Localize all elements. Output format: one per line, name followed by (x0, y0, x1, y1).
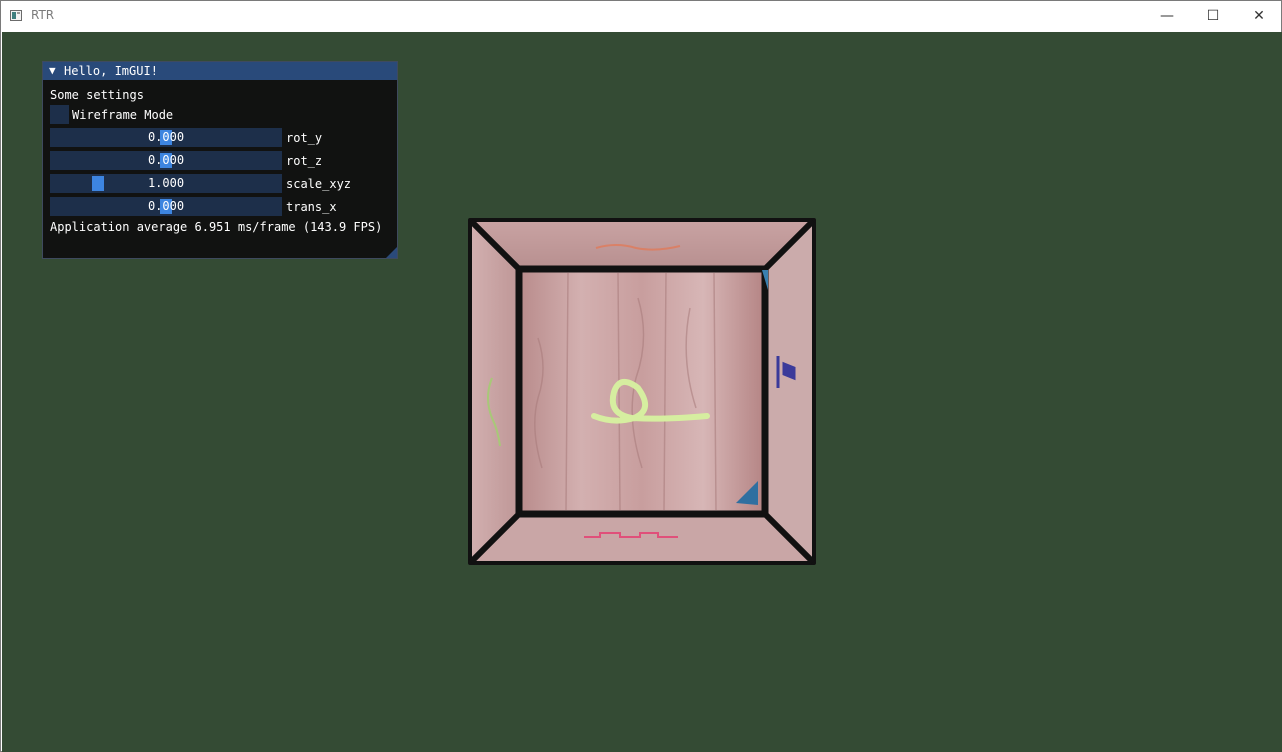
close-icon: ✕ (1253, 8, 1265, 24)
window-title: RTR (31, 8, 55, 22)
slider-label: trans_x (286, 200, 337, 214)
slider-label: rot_y (286, 131, 323, 145)
wireframe-label: Wireframe Mode (72, 108, 174, 122)
crate-top-face (470, 220, 814, 268)
maximize-button[interactable]: ☐ (1190, 1, 1236, 31)
imgui-window[interactable]: ▼ Hello, ImGUI! Some settings Wireframe … (42, 61, 398, 259)
crate-cube (468, 218, 816, 565)
title-bar[interactable]: RTR — ☐ ✕ (1, 1, 1281, 31)
slider-value: 0.000 (147, 199, 185, 213)
app-icon (10, 10, 22, 21)
crate-right-face (766, 220, 814, 563)
app-window: RTR — ☐ ✕ ▼ Hello, ImGUI! Some settings … (0, 0, 1282, 752)
minimize-icon: — (1160, 8, 1174, 24)
slider-rot-z[interactable]: 0.000 (50, 151, 282, 170)
imgui-title: Hello, ImGUI! (64, 64, 158, 78)
collapse-arrow-icon[interactable]: ▼ (49, 64, 56, 77)
render-viewport[interactable]: ▼ Hello, ImGUI! Some settings Wireframe … (2, 32, 1282, 752)
slider-value: 0.000 (147, 153, 185, 167)
close-button[interactable]: ✕ (1236, 1, 1282, 31)
maximize-icon: ☐ (1206, 8, 1220, 24)
resize-grip-icon[interactable] (386, 247, 397, 258)
fps-stats: Application average 6.951 ms/frame (143.… (50, 220, 383, 234)
slider-label: scale_xyz (286, 177, 352, 191)
slider-value: 0.000 (147, 130, 185, 144)
slider-label: rot_z (286, 154, 323, 168)
slider-trans-x[interactable]: 0.000 (50, 197, 282, 216)
crate-bottom-face (470, 515, 814, 563)
imgui-title-bar[interactable]: ▼ Hello, ImGUI! (43, 62, 397, 80)
slider-scale-xyz[interactable]: 1.000 (50, 174, 282, 193)
crate-left-face (470, 220, 518, 563)
slider-value: 1.000 (147, 176, 185, 190)
settings-heading: Some settings (50, 88, 144, 102)
slider-rot-y[interactable]: 0.000 (50, 128, 282, 147)
wireframe-checkbox[interactable] (50, 105, 69, 124)
minimize-button[interactable]: — (1144, 1, 1190, 31)
